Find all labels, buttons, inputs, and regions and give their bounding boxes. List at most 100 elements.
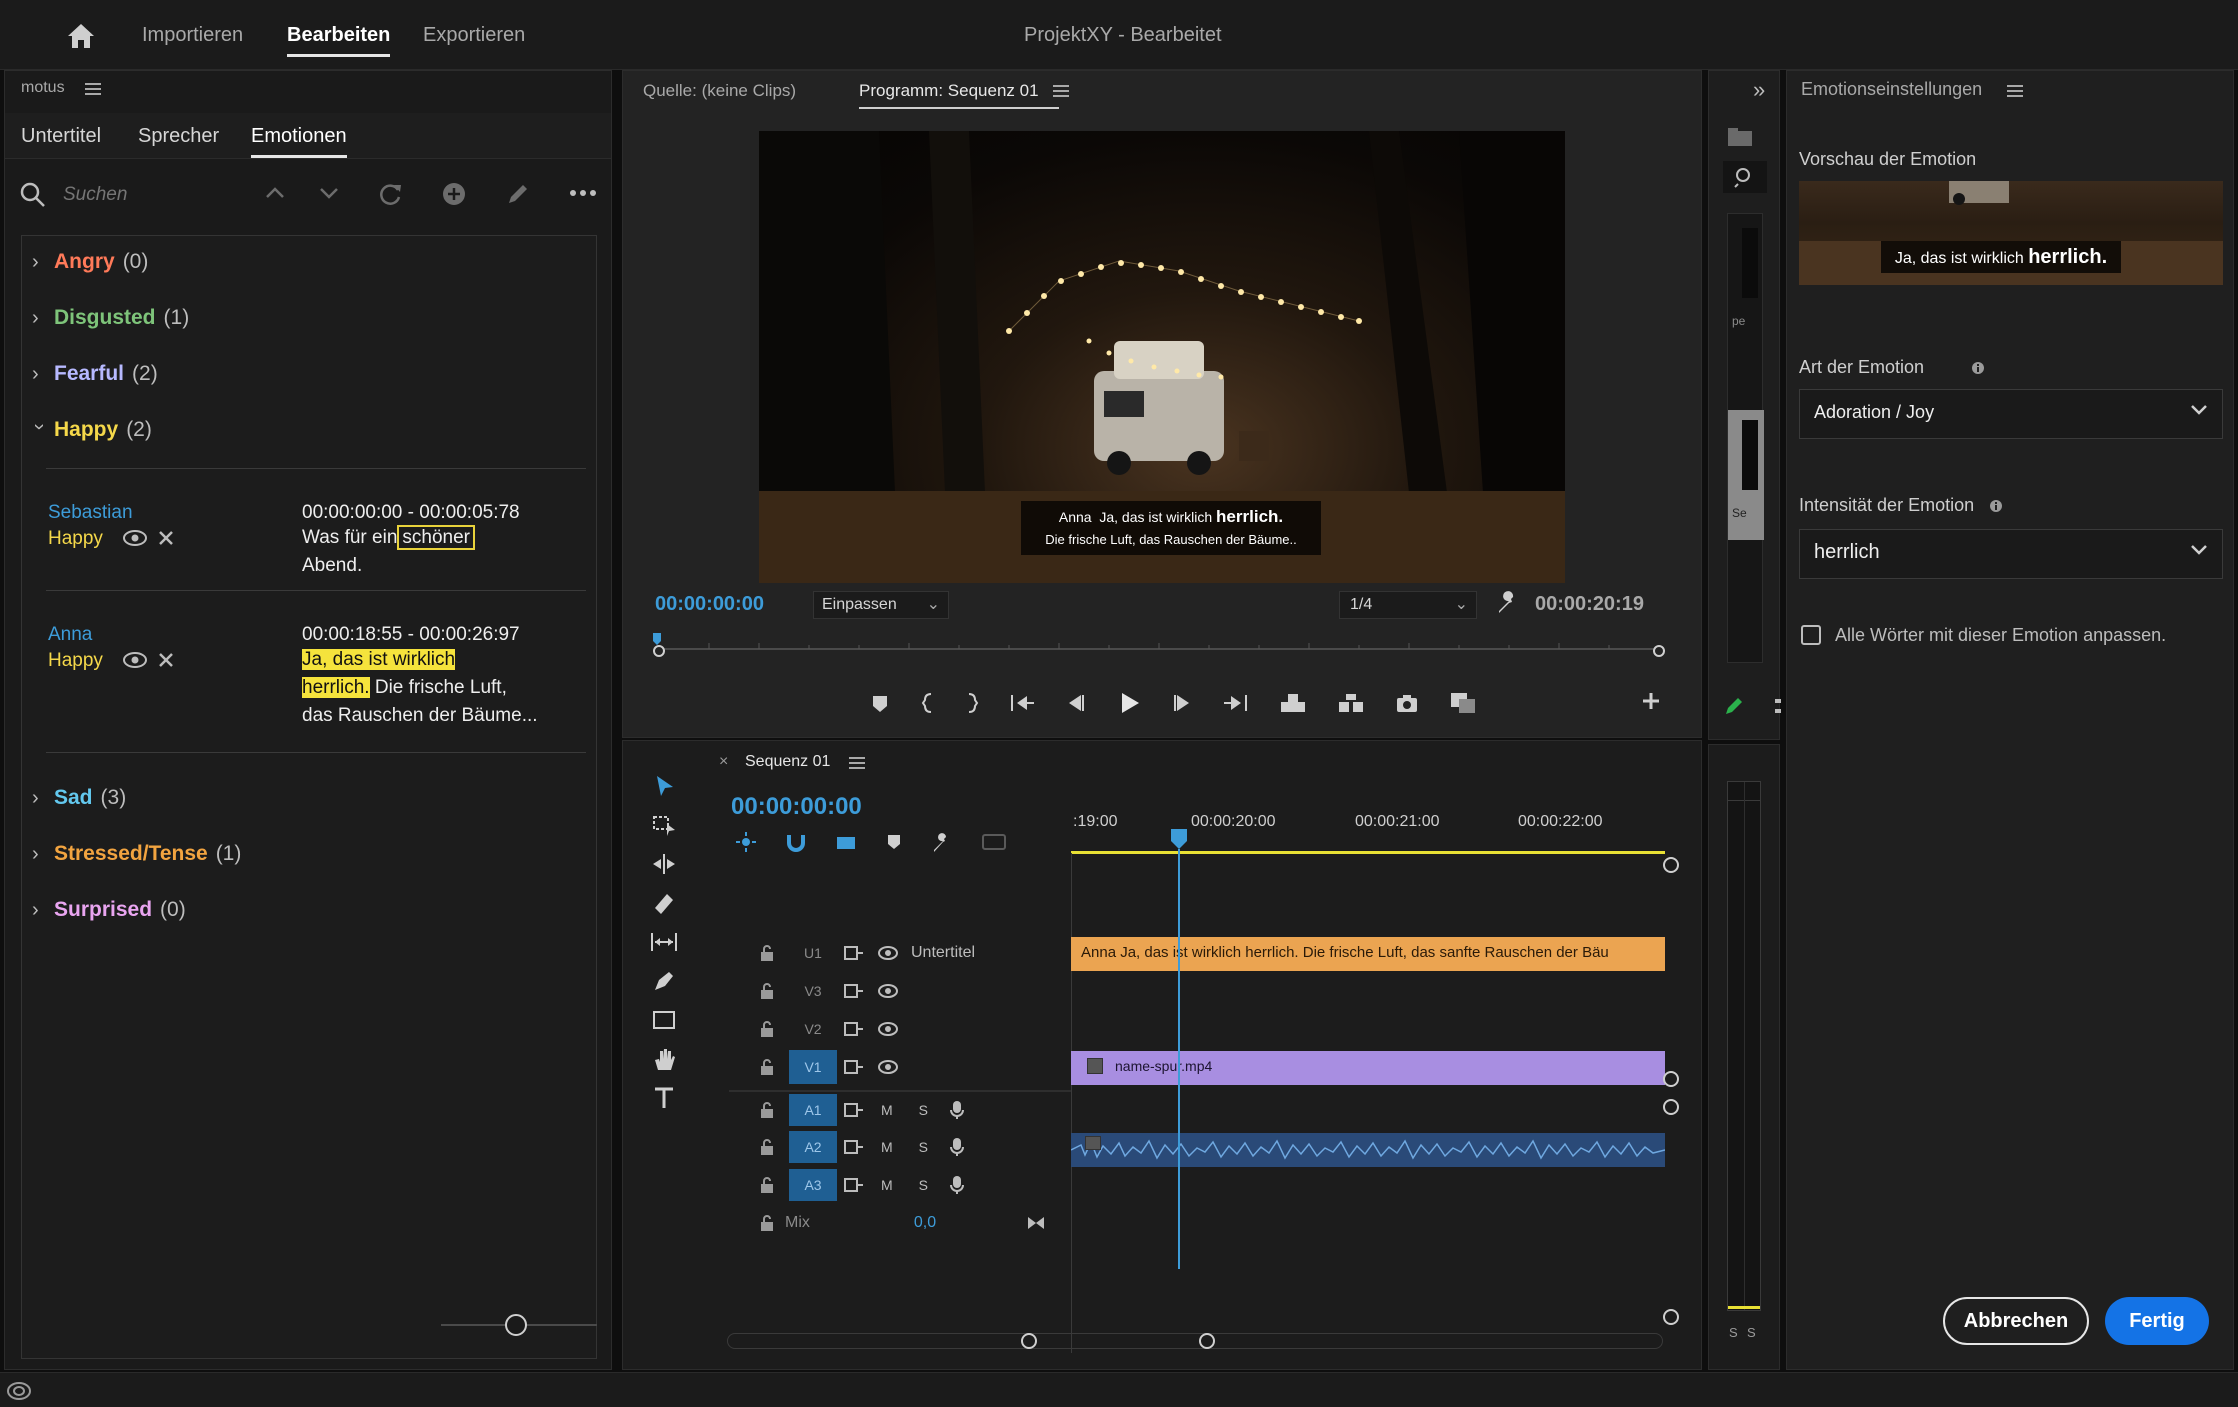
extract-icon[interactable] bbox=[1337, 692, 1365, 714]
category-stressed-tense[interactable]: › Stressed/Tense (1) bbox=[32, 842, 241, 866]
microphone-icon[interactable] bbox=[950, 1175, 965, 1195]
add-marker-icon[interactable] bbox=[885, 832, 903, 852]
entry-speaker[interactable]: Sebastian bbox=[48, 502, 133, 524]
mix-value[interactable]: 0,0 bbox=[914, 1214, 936, 1232]
search-button[interactable] bbox=[1723, 161, 1767, 193]
sync-lock-icon[interactable] bbox=[843, 1177, 865, 1193]
category-angry[interactable]: › Angry (0) bbox=[32, 250, 148, 274]
go-to-in-icon[interactable] bbox=[1009, 692, 1035, 714]
ripple-edit-icon[interactable] bbox=[651, 851, 677, 877]
snap-icon[interactable] bbox=[785, 831, 807, 853]
expand-panels-icon[interactable]: » bbox=[1753, 77, 1765, 103]
lock-icon[interactable] bbox=[759, 1176, 775, 1194]
step-forward-icon[interactable] bbox=[1171, 692, 1193, 714]
solo-button[interactable]: S bbox=[919, 1139, 928, 1155]
entry-text[interactable]: Ja, das ist wirklich herrlich. Die frisch… bbox=[302, 646, 542, 730]
scroll-handle[interactable] bbox=[1663, 1309, 1679, 1325]
selected-item[interactable]: Se bbox=[1728, 410, 1764, 540]
lock-icon[interactable] bbox=[759, 1101, 775, 1119]
mix-fade-icon[interactable] bbox=[1026, 1215, 1046, 1231]
eye-icon[interactable] bbox=[877, 1021, 899, 1037]
tab-untertitel[interactable]: Untertitel bbox=[21, 125, 101, 148]
track-id[interactable]: A2 bbox=[789, 1131, 837, 1163]
info-icon[interactable] bbox=[1971, 361, 1985, 375]
rectangle-tool-icon[interactable] bbox=[651, 1007, 677, 1033]
razor-icon[interactable] bbox=[651, 890, 677, 916]
step-back-icon[interactable] bbox=[1065, 692, 1087, 714]
solo-button[interactable]: S bbox=[919, 1102, 928, 1118]
eye-icon[interactable] bbox=[877, 983, 899, 999]
lock-icon[interactable] bbox=[759, 1058, 775, 1076]
solo-button[interactable]: S bbox=[919, 1177, 928, 1193]
track-id[interactable]: V2 bbox=[797, 1021, 829, 1037]
folder-icon[interactable] bbox=[1727, 127, 1753, 147]
intensity-dropdown[interactable]: herrlich bbox=[1799, 529, 2223, 579]
zoom-slider-handle[interactable] bbox=[505, 1314, 527, 1336]
meter-solo-left[interactable]: S bbox=[1729, 1325, 1738, 1340]
microphone-icon[interactable] bbox=[950, 1100, 965, 1120]
scrollbar-handle-right[interactable] bbox=[1199, 1333, 1215, 1349]
meter-solo-right[interactable]: S bbox=[1747, 1325, 1756, 1340]
sync-lock-icon[interactable] bbox=[843, 1102, 865, 1118]
camera-icon[interactable] bbox=[1395, 693, 1419, 713]
scrollbar-handle-left[interactable] bbox=[1021, 1333, 1037, 1349]
work-area-bar[interactable] bbox=[1071, 851, 1665, 854]
sync-lock-icon[interactable] bbox=[843, 983, 865, 999]
pen-tool-icon[interactable] bbox=[651, 968, 677, 994]
tab-program[interactable]: Programm: Sequenz 01 bbox=[859, 81, 1039, 101]
slip-icon[interactable] bbox=[649, 929, 679, 955]
lock-icon[interactable] bbox=[759, 1138, 775, 1156]
info-icon[interactable] bbox=[1989, 499, 2003, 513]
mute-button[interactable]: M bbox=[881, 1102, 893, 1118]
video-clip[interactable]: name-spur.mp4 bbox=[1071, 1051, 1665, 1085]
scrubber[interactable] bbox=[649, 633, 1669, 657]
eye-icon[interactable] bbox=[122, 650, 148, 670]
lift-icon[interactable] bbox=[1279, 692, 1307, 714]
play-icon[interactable] bbox=[1117, 691, 1141, 715]
eye-icon[interactable] bbox=[877, 945, 899, 961]
lock-icon[interactable] bbox=[759, 944, 775, 962]
selection-tool-icon[interactable] bbox=[651, 773, 677, 799]
refresh-icon[interactable] bbox=[377, 181, 403, 207]
panel-menu-icon[interactable] bbox=[849, 757, 865, 769]
marker-icon[interactable] bbox=[869, 692, 891, 714]
go-to-out-icon[interactable] bbox=[1223, 692, 1249, 714]
track-id[interactable]: A3 bbox=[789, 1169, 837, 1201]
sync-lock-icon[interactable] bbox=[843, 1021, 865, 1037]
tab-source[interactable]: Quelle: (keine Clips) bbox=[643, 81, 796, 101]
track-id[interactable]: V1 bbox=[789, 1050, 837, 1084]
audio-clip[interactable] bbox=[1071, 1133, 1665, 1167]
scroll-handle[interactable] bbox=[1663, 1099, 1679, 1115]
eye-icon[interactable] bbox=[122, 528, 148, 548]
close-icon[interactable] bbox=[158, 530, 174, 546]
category-sad[interactable]: › Sad (3) bbox=[32, 786, 126, 810]
tab-importieren[interactable]: Importieren bbox=[142, 24, 243, 47]
wrench-icon[interactable] bbox=[1495, 591, 1519, 615]
microphone-icon[interactable] bbox=[950, 1137, 965, 1157]
linked-selection-icon[interactable] bbox=[835, 831, 857, 853]
playhead-timecode[interactable]: 00:00:00:00 bbox=[655, 593, 764, 616]
compare-icon[interactable] bbox=[1449, 691, 1477, 715]
panel-menu-icon[interactable] bbox=[85, 83, 101, 95]
track-select-icon[interactable] bbox=[651, 812, 677, 838]
close-sequence-icon[interactable]: × bbox=[719, 753, 728, 771]
entry-text[interactable]: Was für ein schöner Abend. bbox=[302, 524, 552, 580]
add-icon[interactable] bbox=[441, 181, 467, 207]
mark-in-icon[interactable] bbox=[921, 692, 935, 714]
lock-icon[interactable] bbox=[759, 1020, 775, 1038]
captions-icon[interactable] bbox=[981, 833, 1007, 851]
sync-lock-icon[interactable] bbox=[843, 1059, 865, 1075]
eye-icon[interactable] bbox=[877, 1059, 899, 1075]
category-fearful[interactable]: › Fearful (2) bbox=[32, 362, 158, 386]
chevron-up-icon[interactable] bbox=[265, 185, 285, 199]
type-tool-icon[interactable] bbox=[651, 1085, 677, 1111]
mute-button[interactable]: M bbox=[881, 1139, 893, 1155]
emotion-type-dropdown[interactable]: Adoration / Joy bbox=[1799, 389, 2223, 439]
category-surprised[interactable]: › Surprised (0) bbox=[32, 898, 186, 922]
mute-button[interactable]: M bbox=[881, 1177, 893, 1193]
apply-all-label[interactable]: Alle Wörter mit dieser Emotion anpassen. bbox=[1835, 625, 2166, 646]
cancel-button[interactable]: Abbrechen bbox=[1943, 1297, 2089, 1345]
nest-icon[interactable] bbox=[735, 831, 757, 853]
horizontal-scrollbar[interactable] bbox=[727, 1333, 1663, 1349]
track-id[interactable]: V3 bbox=[797, 983, 829, 999]
